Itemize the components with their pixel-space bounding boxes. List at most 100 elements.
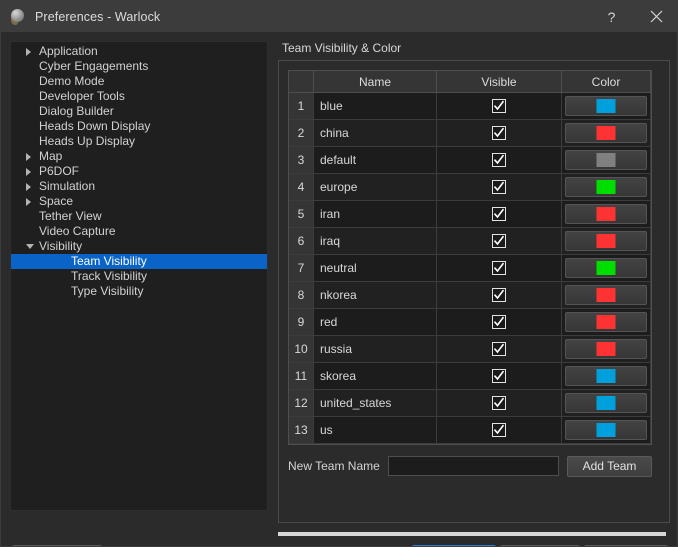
table-row[interactable]: 3 default (289, 146, 651, 174)
color-picker-button[interactable] (565, 177, 647, 197)
team-color-cell[interactable] (561, 146, 651, 174)
team-name-cell[interactable]: russia (313, 335, 437, 363)
team-color-cell[interactable] (561, 281, 651, 309)
chevron-right-icon[interactable] (26, 168, 31, 176)
sidebar-item-demo-mode[interactable]: Demo Mode (11, 74, 267, 89)
visible-checkbox[interactable] (492, 126, 506, 141)
team-visible-cell[interactable] (436, 146, 562, 174)
team-color-cell[interactable] (561, 254, 651, 282)
visible-checkbox[interactable] (492, 315, 506, 330)
chevron-right-icon[interactable] (26, 48, 31, 56)
team-color-cell[interactable] (561, 389, 651, 417)
scrollbar-thumb[interactable] (278, 532, 666, 536)
visible-checkbox[interactable] (492, 342, 506, 357)
color-picker-button[interactable] (565, 123, 647, 143)
sidebar-item-application[interactable]: Application (11, 44, 267, 59)
help-button[interactable]: ? (589, 1, 634, 32)
table-row[interactable]: 9 red (289, 308, 651, 336)
sidebar-item-tether-view[interactable]: Tether View (11, 209, 267, 224)
sidebar-item-p6dof[interactable]: P6DOF (11, 164, 267, 179)
team-color-cell[interactable] (561, 119, 651, 147)
team-name-cell[interactable]: nkorea (313, 281, 437, 309)
team-visible-cell[interactable] (436, 119, 562, 147)
team-visible-cell[interactable] (436, 227, 562, 255)
team-table-container[interactable]: Name Visible Color 1 blue 2 china 3 default 4 e… (288, 70, 652, 445)
table-row[interactable]: 2 china (289, 119, 651, 147)
visible-checkbox[interactable] (492, 234, 506, 249)
visible-checkbox[interactable] (492, 99, 506, 114)
team-visible-cell[interactable] (436, 416, 562, 444)
table-row[interactable]: 6 iraq (289, 227, 651, 255)
sidebar-item-map[interactable]: Map (11, 149, 267, 164)
chevron-down-icon[interactable] (26, 244, 34, 249)
sidebar-item-visibility[interactable]: Visibility (11, 239, 267, 254)
color-picker-button[interactable] (565, 285, 647, 305)
add-team-button[interactable]: Add Team (567, 455, 652, 477)
color-picker-button[interactable] (565, 339, 647, 359)
team-color-cell[interactable] (561, 416, 651, 444)
color-picker-button[interactable] (565, 393, 647, 413)
team-visible-cell[interactable] (436, 281, 562, 309)
team-visible-cell[interactable] (436, 173, 562, 201)
sidebar-item-heads-down-display[interactable]: Heads Down Display (11, 119, 267, 134)
visible-checkbox[interactable] (492, 153, 506, 168)
team-name-cell[interactable]: skorea (313, 362, 437, 390)
table-row[interactable]: 10 russia (289, 335, 651, 363)
color-picker-button[interactable] (565, 366, 647, 386)
sidebar-item-video-capture[interactable]: Video Capture (11, 224, 267, 239)
visible-checkbox[interactable] (492, 396, 506, 411)
chevron-right-icon[interactable] (26, 153, 31, 161)
team-visible-cell[interactable] (436, 308, 562, 336)
row-index[interactable]: 1 (289, 92, 314, 120)
visible-checkbox[interactable] (492, 180, 506, 195)
team-name-cell[interactable]: united_states (313, 389, 437, 417)
team-name-cell[interactable]: default (313, 146, 437, 174)
color-picker-button[interactable] (565, 231, 647, 251)
close-button[interactable] (634, 1, 677, 32)
team-name-cell[interactable]: neutral (313, 254, 437, 282)
row-index[interactable]: 7 (289, 254, 314, 282)
table-row[interactable]: 8 nkorea (289, 281, 651, 309)
team-visible-cell[interactable] (436, 200, 562, 228)
chevron-right-icon[interactable] (26, 183, 31, 191)
color-picker-button[interactable] (565, 96, 647, 116)
team-visible-cell[interactable] (436, 335, 562, 363)
team-name-cell[interactable]: china (313, 119, 437, 147)
visible-checkbox[interactable] (492, 423, 506, 438)
column-header-visible[interactable]: Visible (436, 71, 562, 93)
team-color-cell[interactable] (561, 92, 651, 120)
new-team-name-input[interactable] (387, 456, 559, 476)
color-picker-button[interactable] (565, 258, 647, 278)
visible-checkbox[interactable] (492, 369, 506, 384)
team-name-cell[interactable]: iran (313, 200, 437, 228)
visible-checkbox[interactable] (492, 261, 506, 276)
sidebar-item-cyber-engagements[interactable]: Cyber Engagements (11, 59, 267, 74)
row-index[interactable]: 2 (289, 119, 314, 147)
team-name-cell[interactable]: red (313, 308, 437, 336)
table-row[interactable]: 5 iran (289, 200, 651, 228)
row-index[interactable]: 10 (289, 335, 314, 363)
column-header-name[interactable]: Name (313, 71, 437, 93)
team-color-cell[interactable] (561, 227, 651, 255)
row-index[interactable]: 12 (289, 389, 314, 417)
team-color-cell[interactable] (561, 362, 651, 390)
team-visible-cell[interactable] (436, 389, 562, 417)
column-header-color[interactable]: Color (561, 71, 651, 93)
color-picker-button[interactable] (565, 420, 647, 440)
horizontal-scrollbar[interactable] (278, 531, 670, 537)
table-row[interactable]: 13 us (289, 416, 651, 444)
color-picker-button[interactable] (565, 150, 647, 170)
team-name-cell[interactable]: europe (313, 173, 437, 201)
team-color-cell[interactable] (561, 200, 651, 228)
table-row[interactable]: 1 blue (289, 92, 651, 120)
row-index[interactable]: 9 (289, 308, 314, 336)
chevron-right-icon[interactable] (26, 198, 31, 206)
sidebar-item-space[interactable]: Space (11, 194, 267, 209)
sidebar-item-type-visibility[interactable]: Type Visibility (11, 284, 267, 299)
color-picker-button[interactable] (565, 312, 647, 332)
team-name-cell[interactable]: blue (313, 92, 437, 120)
row-index[interactable]: 3 (289, 146, 314, 174)
team-color-cell[interactable] (561, 335, 651, 363)
row-index[interactable]: 13 (289, 416, 314, 444)
color-picker-button[interactable] (565, 204, 647, 224)
